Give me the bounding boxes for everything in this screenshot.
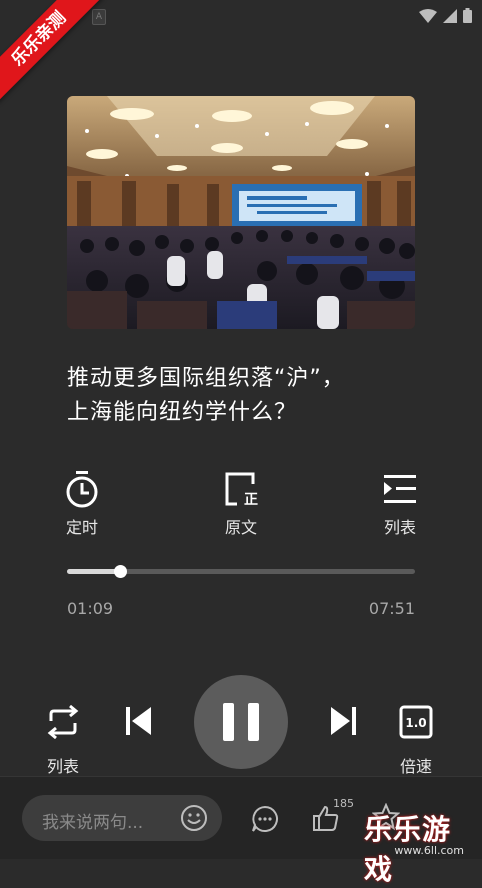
current-time: 01:09 — [67, 599, 114, 618]
article-title-line-2: 上海能向纽约学什么？ — [67, 400, 298, 425]
original-text-button[interactable]: 正 原文 — [211, 470, 271, 538]
ribbon-text: 乐乐亲测 — [0, 0, 103, 103]
timer-label: 定时 — [65, 518, 98, 537]
cover-image — [67, 96, 415, 329]
speed-icon: 1.0 — [399, 705, 433, 739]
signal-icon — [443, 8, 457, 23]
repeat-icon — [47, 704, 79, 740]
test-ribbon: 乐乐亲测 — [0, 0, 110, 110]
speed-value: 1.0 — [405, 716, 426, 730]
original-text-icon: 正 — [225, 472, 258, 508]
watermark-logo: 乐乐游戏 www.6ll.com — [364, 806, 482, 886]
original-text-label: 原文 — [224, 518, 257, 537]
playlist-label: 列表 — [383, 518, 416, 537]
speed-label: 倍速 — [399, 757, 432, 776]
battery-icon — [463, 8, 472, 23]
total-time: 07:51 — [368, 599, 415, 618]
pause-icon — [223, 703, 259, 741]
article-title-line-1: 推动更多国际组织落“沪”， — [67, 366, 345, 391]
progress-slider[interactable] — [67, 565, 415, 578]
comment-input[interactable]: 我来说两句... — [22, 795, 222, 841]
progress-thumb[interactable] — [114, 565, 128, 578]
article-title: 推动更多国际组织落“沪”， 上海能向纽约学什么？ — [67, 362, 427, 430]
skip-next-icon — [331, 707, 356, 735]
loop-mode-label: 列表 — [46, 757, 79, 776]
next-button[interactable] — [330, 706, 356, 740]
playlist-button[interactable]: 列表 — [370, 470, 430, 538]
timer-icon — [66, 471, 98, 508]
wifi-icon — [419, 8, 437, 23]
loop-mode-button[interactable]: 列表 — [40, 704, 86, 777]
pause-button[interactable] — [194, 675, 288, 769]
emoji-icon[interactable] — [180, 804, 208, 832]
skip-previous-icon — [126, 707, 151, 735]
watermark-url: www.6ll.com — [394, 844, 464, 857]
svg-text:正: 正 — [244, 492, 258, 508]
status-icons — [419, 8, 472, 23]
playlist-icon — [384, 475, 416, 503]
like-count: 185 — [333, 797, 354, 810]
comment-placeholder: 我来说两句... — [42, 813, 144, 833]
timer-button[interactable]: 定时 — [52, 470, 112, 538]
comment-icon[interactable] — [251, 805, 279, 833]
previous-button[interactable] — [126, 706, 152, 740]
progress-fill — [67, 569, 121, 574]
speed-button[interactable]: 1.0 倍速 — [393, 705, 439, 777]
